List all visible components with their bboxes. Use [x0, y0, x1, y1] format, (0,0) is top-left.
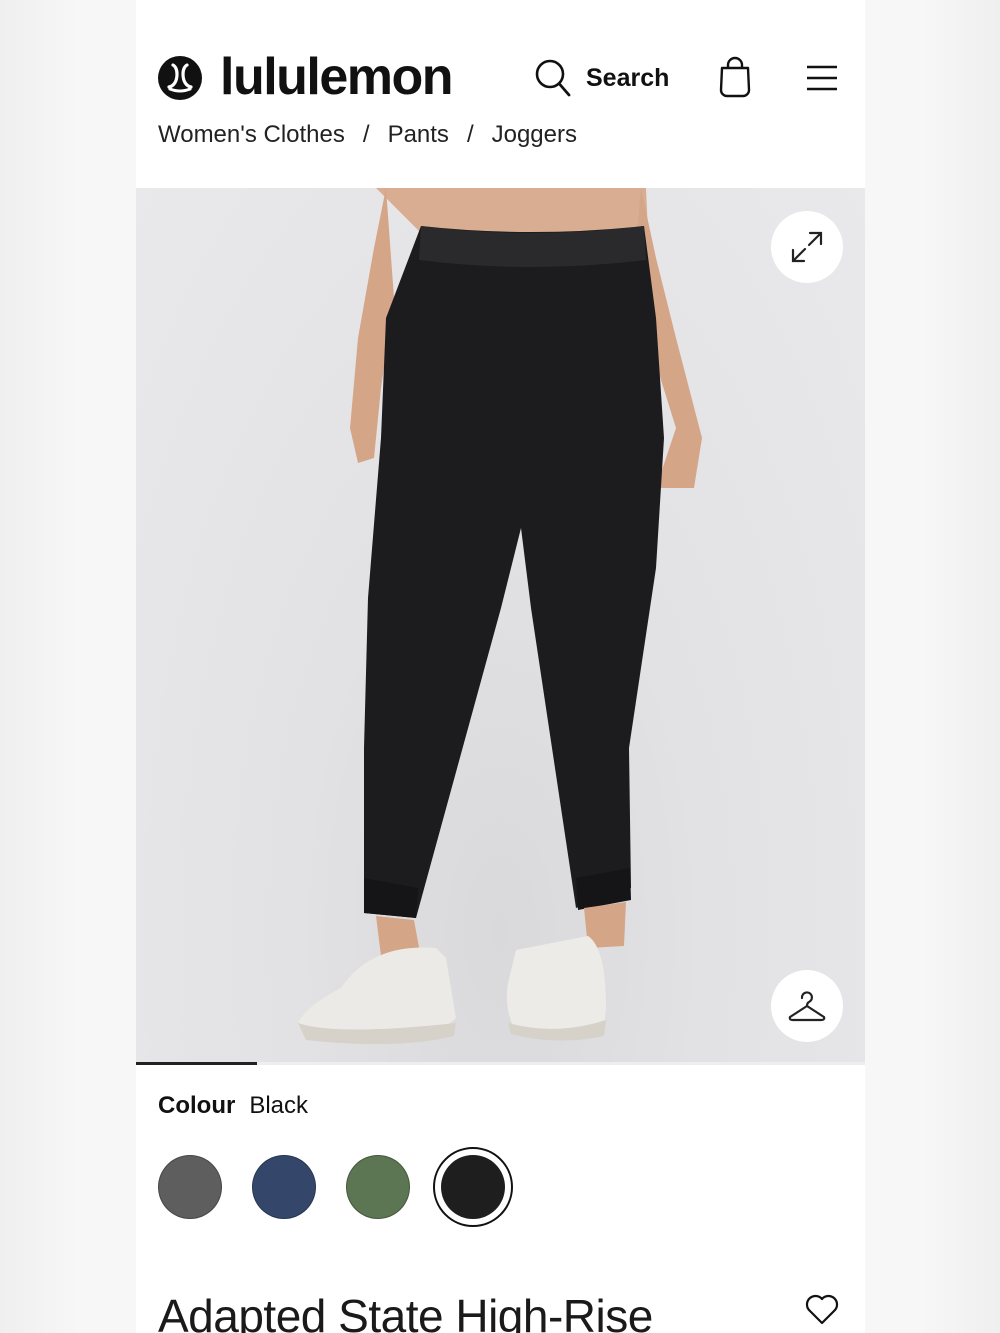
colour-row: Colour Black [158, 1090, 308, 1122]
shopping-bag-icon[interactable] [718, 56, 752, 98]
swatch-navy[interactable] [252, 1155, 316, 1219]
swatch-green[interactable] [346, 1155, 410, 1219]
breadcrumb-joggers[interactable]: Joggers [492, 118, 577, 152]
heart-icon[interactable] [804, 1292, 840, 1326]
hanger-icon [788, 991, 826, 1022]
lululemon-logo-icon[interactable] [158, 56, 202, 100]
search-label: Search [586, 63, 670, 92]
gallery-progress-fill [136, 1062, 257, 1065]
site-header: lululemon Search Women's Clothes / Pants… [136, 0, 865, 188]
breadcrumb-separator: / [362, 121, 370, 148]
expand-icon [791, 231, 823, 263]
search-icon [535, 59, 571, 97]
breadcrumb-womens-clothes[interactable]: Women's Clothes [158, 118, 345, 152]
expand-button[interactable] [771, 211, 843, 283]
product-image[interactable] [136, 188, 865, 1063]
product-photo [298, 188, 702, 1045]
search-button[interactable]: Search [534, 58, 669, 98]
virtual-try-on-button[interactable] [771, 970, 843, 1042]
brand-wordmark[interactable]: lululemon [220, 47, 454, 107]
breadcrumb-separator: / [466, 121, 474, 148]
swatch-grey[interactable] [158, 1155, 222, 1219]
breadcrumb-pants[interactable]: Pants [388, 118, 449, 152]
breadcrumb: Women's Clothes / Pants / Joggers [158, 118, 577, 152]
gallery-progress [136, 1062, 865, 1065]
product-title: Adapted State High-Rise [158, 1290, 653, 1333]
selected-colour: Black [249, 1092, 309, 1119]
colour-label: Colour [158, 1092, 236, 1119]
hamburger-menu-icon[interactable] [806, 64, 838, 92]
mobile-page: lululemon Search Women's Clothes / Pants… [136, 0, 865, 1333]
swatch-black[interactable] [441, 1155, 505, 1219]
